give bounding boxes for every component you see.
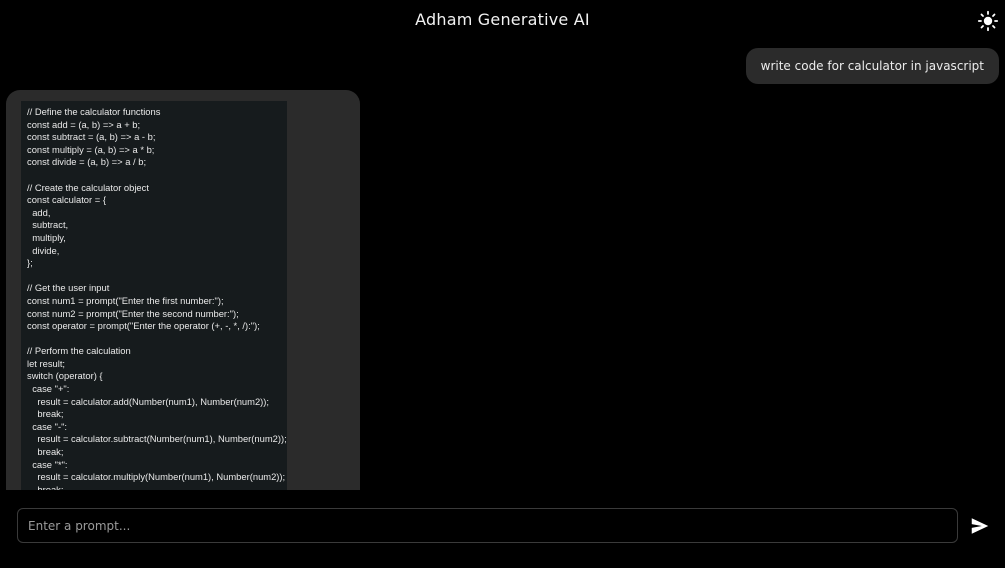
prompt-input-container xyxy=(17,508,958,543)
send-icon xyxy=(971,518,989,534)
user-message: write code for calculator in javascript xyxy=(745,48,999,84)
bot-message: // Define the calculator functions const… xyxy=(6,90,360,490)
sun-icon xyxy=(977,10,999,32)
chat-area[interactable]: write code for calculator in javascript … xyxy=(0,44,1005,490)
theme-toggle-button[interactable] xyxy=(977,10,999,32)
header: Adham Generative AI xyxy=(0,0,1005,44)
code-text: // Define the calculator functions const… xyxy=(27,106,287,490)
send-button[interactable] xyxy=(969,515,991,537)
code-block: // Define the calculator functions const… xyxy=(21,101,287,490)
chat-app: Adham Generative AI write code for calcu… xyxy=(0,0,1005,568)
prompt-input[interactable] xyxy=(18,509,957,542)
page-title: Adham Generative AI xyxy=(415,10,590,29)
